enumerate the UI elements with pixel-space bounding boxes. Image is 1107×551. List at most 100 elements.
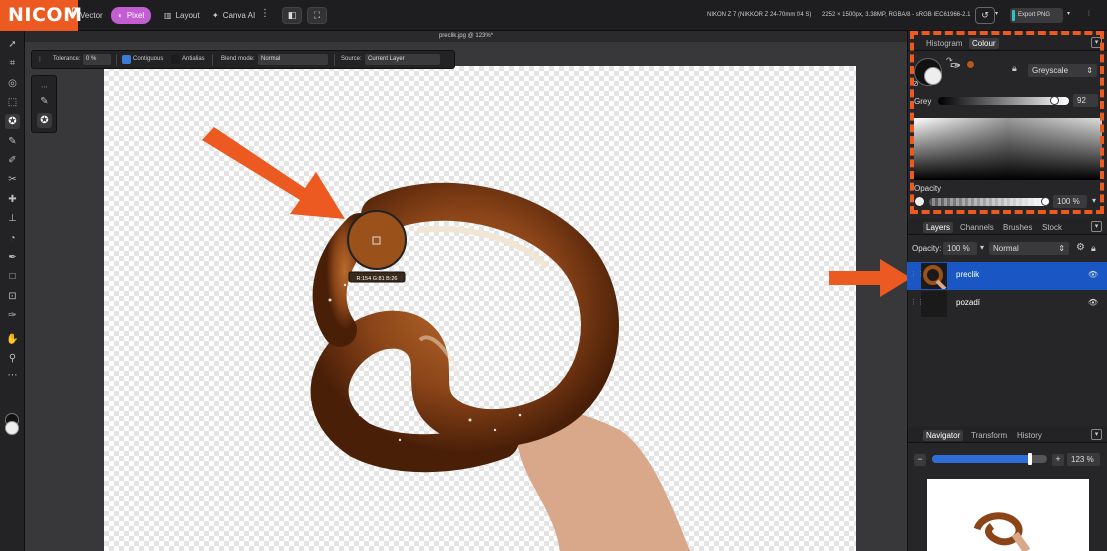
zoom-out-button[interactable]: − [914,454,926,466]
visibility-eye-icon[interactable]: 👁︎ [1088,298,1098,307]
layer-thumbnail [921,291,947,317]
chevron-down-icon[interactable]: ▾ [980,243,984,252]
stamp-icon[interactable]: ⊥ [5,211,20,226]
more-tools-icon[interactable]: ⋯ [5,368,20,383]
contiguous-checkbox[interactable] [122,55,131,64]
layer-row[interactable]: ⋮⋮ preclik 👁︎ [907,262,1107,291]
hand-icon[interactable]: ✋ [5,332,20,347]
layer-row[interactable]: ⋮⋮ pozadí 👁︎ [907,290,1107,318]
eyedropper-icon[interactable]: ✑ [5,308,20,323]
layout-persona-icon: ▥ [164,11,172,20]
opacity-value-field[interactable]: 100 % [1053,195,1087,208]
quick-mask-button[interactable]: ◧ [282,7,302,24]
export-png-button[interactable]: Export PNG [1010,8,1063,23]
zoom-in-button[interactable]: + [1052,454,1064,466]
grey-value-field[interactable]: 92 [1073,94,1098,107]
navigator-preview[interactable] [927,479,1089,551]
crop-icon[interactable]: ⌗ [5,56,20,71]
tab-transform[interactable]: Transform [968,430,1010,441]
pixel-brush-icon[interactable]: ✐ [5,153,20,168]
pretzel-thumbnail-icon [923,265,947,291]
move-icon[interactable]: ➚ [5,37,20,52]
grip-icon: ⋮ [37,57,43,63]
persona-vector[interactable]: Vector [78,7,110,24]
sparkle-icon: ✦ [212,11,219,20]
tab-layers[interactable]: Layers [923,222,954,233]
picked-colour-swatch[interactable] [966,60,975,69]
overflow-menu-icon[interactable]: ⋮ [1086,10,1092,17]
refine-selection-button[interactable]: ⛶ [307,7,327,24]
navigator-panel-tabs: Navigator Transform History ▾ [908,426,1107,443]
tab-stock[interactable]: Stock [1039,222,1065,233]
assistant-button[interactable]: ↺ [975,7,995,24]
selection-brush-icon[interactable]: ◎ [5,76,20,91]
colour-field[interactable] [914,118,1102,180]
tolerance-field[interactable]: 0 % [83,54,111,65]
divider [334,54,335,66]
gear-icon[interactable]: ⚙ [1076,242,1085,253]
tab-navigator[interactable]: Navigator [923,430,964,441]
panel-menu-icon[interactable]: ▾ [1091,221,1102,232]
paint-brush-icon[interactable]: ✎ [5,134,20,149]
pixel-persona-icon: ◐ [118,11,123,20]
colour-model-select[interactable]: Greyscale ⇕ [1028,64,1097,77]
tab-history[interactable]: History [1014,430,1045,441]
tab-channels[interactable]: Channels [957,222,997,233]
tab-brushes[interactable]: Brushes [1000,222,1035,233]
visibility-eye-icon[interactable]: 👁︎ [1088,270,1098,279]
more-menu-icon[interactable]: ⋮ [260,8,270,19]
panel-menu-icon[interactable]: ▾ [1091,37,1102,48]
panel-menu-icon[interactable]: ▾ [1091,429,1102,440]
shape-icon[interactable]: □ [5,269,20,284]
secondary-colour-well[interactable] [924,67,942,85]
flood-select-icon[interactable]: ✪ [5,114,20,129]
dodge-icon[interactable]: ◔ [5,231,20,246]
blend-mode-select[interactable]: Normal [258,54,328,65]
clone-icon[interactable]: ✂ [5,172,20,187]
healing-icon[interactable]: ✚ [5,192,20,207]
persona-canva-ai[interactable]: ✦ Canva AI [205,7,262,24]
persona-label: Layout [175,11,200,20]
grey-slider-knob[interactable] [1049,96,1059,105]
tab-colour[interactable]: Colour [969,38,999,49]
layer-opacity-field[interactable]: 100 % [943,242,977,255]
zoom-value-field[interactable]: 123 % [1067,453,1100,466]
opacity-swatch [915,197,924,206]
source-select[interactable]: Current Layer [365,54,440,65]
lock-icon[interactable]: 🔒︎ [1012,63,1017,74]
layer-blend-select[interactable]: Normal ⇕ [989,242,1069,255]
navigator-pretzel-icon [973,512,1031,551]
add-selection-icon[interactable]: ✎ [37,94,52,109]
secondary-color-swatch[interactable] [5,421,19,435]
colour-model-value: Greyscale [1032,66,1069,75]
persona-label: Pixel [126,11,145,20]
transparent-canvas[interactable] [104,66,856,551]
chevron-down-icon[interactable]: ▾ [995,10,998,17]
zoom-icon[interactable]: ⚲ [5,351,20,366]
flood-select-mode-icon[interactable]: ✪ [37,113,52,128]
assistant-icon: ↺ [981,10,989,20]
eyedropper-icon[interactable]: ✑ [950,58,961,74]
brand-logo: NICOM CZ [0,0,82,31]
opacity-slider[interactable] [929,198,1049,206]
export-chevron-icon[interactable]: ▾ [1067,10,1070,17]
opacity-slider-knob[interactable] [1041,197,1050,206]
tab-histogram[interactable]: Histogram [923,38,965,49]
text-frame-icon[interactable]: ⊡ [5,289,20,304]
marquee-icon[interactable]: ⬚ [5,95,20,110]
grip-icon: ⋯ [41,84,48,91]
opacity-label: Opacity [914,184,942,193]
zoom-slider-knob[interactable] [1027,453,1032,465]
brand-suffix: CZ [70,7,76,16]
persona-pixel[interactable]: ◐ Pixel [111,7,152,24]
antialias-checkbox[interactable] [171,55,180,64]
pen-icon[interactable]: ✒ [5,250,20,265]
no-colour-icon[interactable]: ⊘ [912,79,919,88]
chevron-down-icon[interactable]: ▾ [1092,196,1096,205]
layer-opacity-label: Opacity: [912,244,942,253]
lock-icon[interactable]: 🔒︎ [1091,243,1096,254]
persona-layout[interactable]: ▥ Layout [157,7,207,24]
zoom-slider-fill [932,455,1030,463]
layer-thumbnail [921,263,947,291]
tools-panel: ➚ ⌗ ◎ ⬚ ✪ ✎ ✐ ✂ ✚ ⊥ ◔ ✒ □ ⊡ ✑ ✋ ⚲ ⋯ [0,31,25,551]
